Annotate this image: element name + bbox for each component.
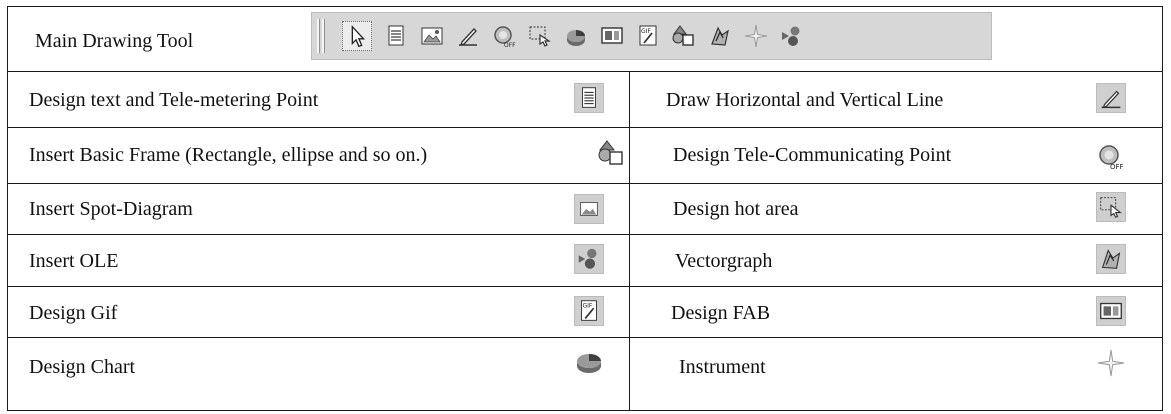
pen-icon (1096, 83, 1126, 113)
svg-text:GIF: GIF (582, 302, 592, 309)
label-design-tele-communicating-point: Design Tele-Communicating Point (673, 144, 952, 166)
label-insert-ole: Insert OLE (29, 250, 119, 272)
pointer-icon[interactable] (342, 21, 372, 51)
svg-text:OFF: OFF (504, 42, 516, 49)
row-divider (8, 234, 1162, 235)
label-design-text-telemetering: Design text and Tele-metering Point (29, 89, 319, 111)
toolbar-grip[interactable] (317, 19, 320, 53)
switch-off-icon[interactable]: OFF (491, 23, 517, 49)
gif-icon: GIF (574, 296, 604, 326)
fab-icon (1096, 296, 1126, 326)
shapes-icon (597, 138, 627, 168)
fab-icon[interactable] (599, 23, 625, 49)
label-design-chart: Design Chart (29, 356, 136, 378)
switch-off-icon: OFF (1095, 141, 1125, 171)
row-divider (8, 127, 1162, 128)
label-insert-basic-frame: Insert Basic Frame (Rectangle, ellipse a… (29, 144, 428, 166)
label-insert-spot-diagram: Insert Spot-Diagram (29, 198, 193, 220)
svg-text:GIF: GIF (641, 28, 651, 35)
row-divider (8, 337, 1162, 338)
drawing-tool-table: Main Drawing Tool OFF GIF Design text an… (7, 6, 1163, 411)
shapes-icon[interactable] (671, 23, 697, 49)
svg-text:OFF: OFF (1110, 163, 1124, 171)
label-design-fab: Design FAB (671, 302, 771, 324)
pen-icon[interactable] (455, 23, 481, 49)
toolbar-grip[interactable] (322, 19, 325, 53)
row-divider (8, 71, 1162, 72)
hotarea-icon (1096, 192, 1126, 222)
label-design-gif: Design Gif (29, 302, 118, 324)
chart-icon (574, 347, 604, 377)
vectorgraph-icon[interactable] (707, 23, 733, 49)
instrument-icon[interactable] (743, 23, 769, 49)
main-drawing-toolbar: OFF GIF (311, 12, 992, 60)
ole-icon (574, 244, 604, 274)
ole-icon[interactable] (779, 23, 805, 49)
main-drawing-tool-title: Main Drawing Tool (35, 30, 194, 52)
label-draw-horizontal-vertical-line: Draw Horizontal and Vertical Line (666, 89, 944, 111)
gif-icon[interactable]: GIF (635, 23, 661, 49)
label-vectorgraph: Vectorgraph (675, 250, 773, 272)
row-divider (8, 183, 1162, 184)
label-design-hot-area: Design hot area (673, 198, 799, 220)
vectorgraph-icon (1096, 244, 1126, 274)
picture-icon (574, 194, 604, 224)
instrument-icon (1096, 348, 1126, 378)
picture-icon[interactable] (419, 23, 445, 49)
text-icon (574, 83, 604, 113)
label-instrument: Instrument (679, 356, 766, 378)
chart-icon[interactable] (563, 23, 589, 49)
column-divider (629, 71, 630, 410)
hotarea-icon[interactable] (527, 23, 553, 49)
text-icon[interactable] (383, 23, 409, 49)
row-divider (8, 286, 1162, 287)
